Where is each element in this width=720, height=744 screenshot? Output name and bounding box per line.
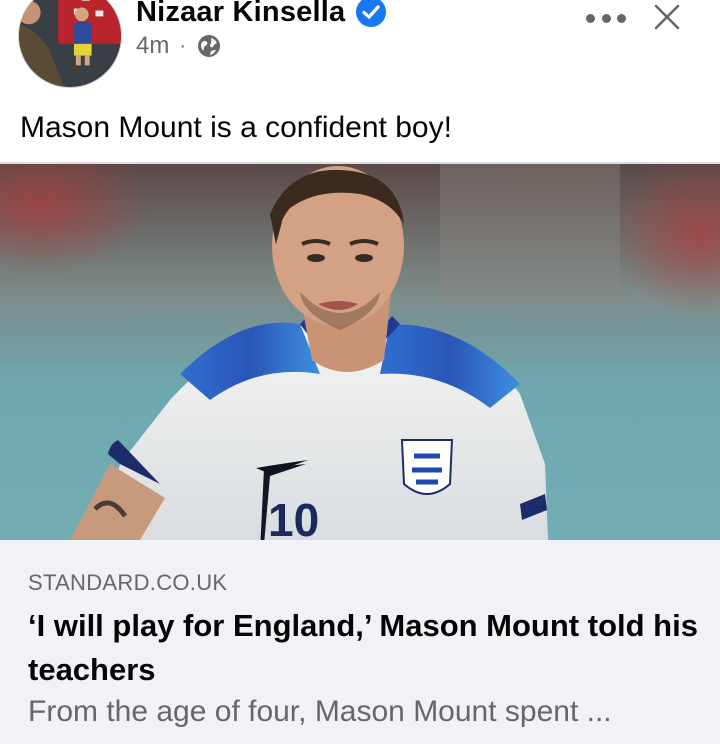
more-dots-icon (617, 13, 626, 23)
post-header: Nizaar Kinsella 4m · (0, 0, 720, 100)
link-preview-card[interactable]: 10 STANDARD.CO.UK ‘I will play for Engla… (0, 164, 720, 744)
more-dots-icon (601, 13, 611, 23)
meta-separator: · (179, 34, 187, 57)
avatar-image (19, 0, 121, 87)
article-description: From the age of four, Mason Mount spent … (28, 695, 612, 728)
more-options-button[interactable] (584, 6, 628, 30)
link-card-info[interactable]: STANDARD.CO.UK ‘I will play for England,… (0, 540, 720, 744)
post-meta: 4m · (136, 30, 222, 62)
post-text: Mason Mount is a confident boy! (20, 111, 452, 144)
author-avatar[interactable] (18, 0, 122, 88)
svg-text:10: 10 (268, 494, 319, 540)
article-photo: 10 (0, 164, 720, 540)
article-title[interactable]: ‘I will play for England,’ Mason Mount t… (28, 604, 698, 692)
verified-badge-icon (355, 0, 387, 28)
more-dots-icon (586, 13, 595, 23)
author-name[interactable]: Nizaar Kinsella (136, 0, 345, 29)
author-row: Nizaar Kinsella (136, 0, 387, 32)
post-timestamp[interactable]: 4m (136, 32, 169, 60)
close-button[interactable] (652, 2, 682, 32)
close-icon (654, 4, 680, 30)
article-image[interactable]: 10 (0, 164, 720, 540)
source-domain: STANDARD.CO.UK (28, 570, 228, 595)
globe-icon[interactable] (196, 33, 222, 59)
